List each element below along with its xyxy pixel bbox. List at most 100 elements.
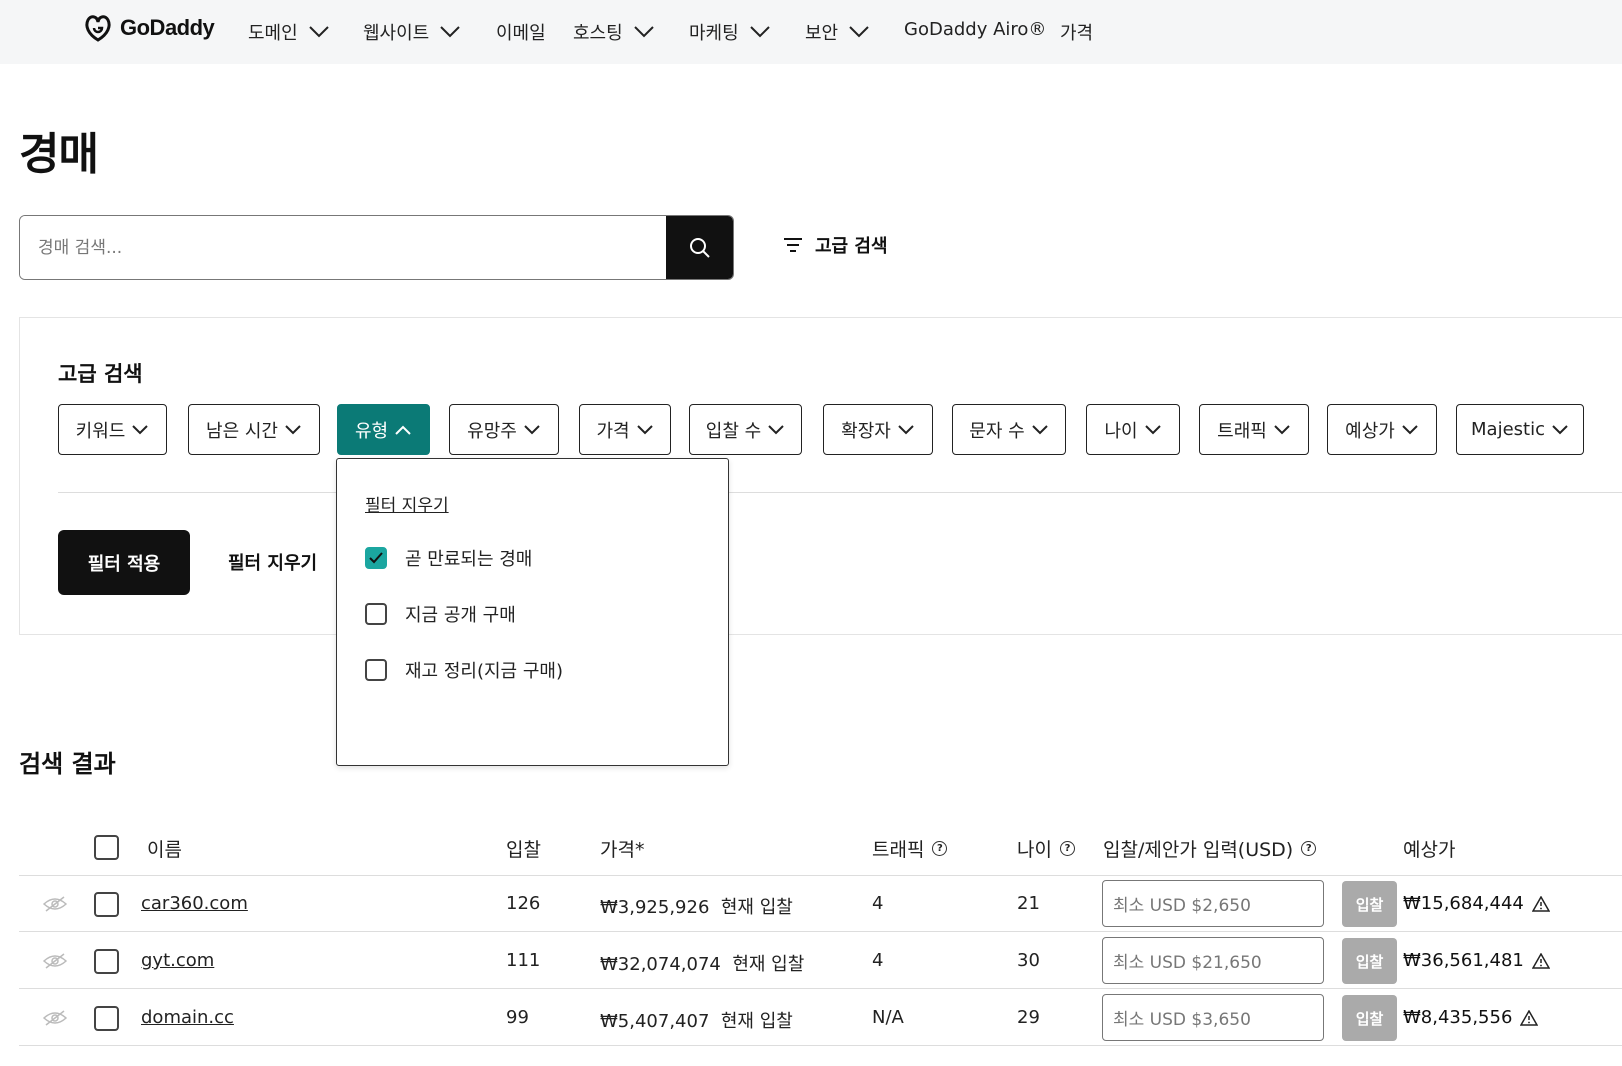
price-note: 현재 입찰 <box>732 954 805 975</box>
price-note: 현재 입찰 <box>720 897 793 918</box>
checkbox[interactable] <box>365 603 387 625</box>
filter-chip-price[interactable]: 가격 <box>579 404 671 455</box>
domain-link[interactable]: car360.com <box>141 893 248 914</box>
chevron-down-icon <box>768 424 784 434</box>
chevron-down-icon <box>1552 424 1568 434</box>
advanced-search-panel: 고급 검색 키워드 남은 시간 유형 유망주 가격 입찰 수 확장자 문자 수 … <box>19 317 1622 635</box>
column-header-estimate[interactable]: 예상가 <box>1403 835 1455 862</box>
dropdown-clear-filters-link[interactable]: 필터 지우기 <box>365 491 449 516</box>
bid-button[interactable]: 입찰 <box>1342 995 1397 1041</box>
help-icon[interactable]: ? <box>1059 841 1075 856</box>
type-option-expiring[interactable]: 곧 만료되는 경매 <box>365 545 532 571</box>
nav-item-domains[interactable]: 도메인 <box>248 19 330 45</box>
eye-slash-icon[interactable] <box>42 895 68 913</box>
table-divider <box>19 875 1622 876</box>
column-header-bids[interactable]: 입찰 <box>506 835 541 862</box>
warning-icon[interactable] <box>1520 1009 1539 1026</box>
nav-item-marketing[interactable]: 마케팅 <box>689 19 771 45</box>
filter-chip-char-count[interactable]: 문자 수 <box>952 404 1066 455</box>
advanced-search-toggle[interactable]: 고급 검색 <box>783 232 888 258</box>
nav-item-websites[interactable]: 웹사이트 <box>363 19 461 45</box>
chevron-down-icon <box>440 26 460 38</box>
age-value: 30 <box>1017 950 1040 971</box>
filter-chip-traffic[interactable]: 트래픽 <box>1199 404 1309 455</box>
filter-chip-estimate[interactable]: 예상가 <box>1327 404 1437 455</box>
filter-chip-time-left[interactable]: 남은 시간 <box>188 404 320 455</box>
price-value: ₩5,407,407 <box>600 1011 710 1032</box>
filter-chip-age[interactable]: 나이 <box>1086 404 1180 455</box>
chip-label: 나이 <box>1104 420 1138 442</box>
bid-count: 111 <box>506 950 541 971</box>
checkbox[interactable] <box>365 659 387 681</box>
domain-link[interactable]: domain.cc <box>141 1007 234 1028</box>
bid-amount-input[interactable]: 최소 USD $3,650 <box>1102 994 1324 1041</box>
nav-label: 이메일 <box>496 23 546 44</box>
column-header-traffic[interactable]: 트래픽? <box>872 835 948 862</box>
chip-label: 예상가 <box>1345 420 1395 442</box>
panel-divider <box>58 492 1622 493</box>
type-option-buy-now[interactable]: 지금 공개 구매 <box>365 601 516 627</box>
warning-icon[interactable] <box>1531 952 1550 969</box>
nav-item-email[interactable]: 이메일 <box>496 19 546 45</box>
chip-label: 유형 <box>354 420 389 442</box>
warning-icon[interactable] <box>1531 895 1550 912</box>
search-input[interactable] <box>20 216 666 279</box>
eye-slash-icon[interactable] <box>42 952 68 970</box>
domain-link[interactable]: gyt.com <box>141 950 214 971</box>
bid-button[interactable]: 입찰 <box>1342 881 1397 927</box>
eye-slash-icon[interactable] <box>42 1009 68 1027</box>
type-option-closeout[interactable]: 재고 정리(지금 구매) <box>365 657 563 683</box>
traffic-value: 4 <box>872 950 884 971</box>
chip-label: 가격 <box>596 420 630 442</box>
header-label: 입찰/제안가 입력(USD) <box>1103 839 1294 861</box>
chevron-down-icon <box>524 424 540 434</box>
bid-amount-input[interactable]: 최소 USD $2,650 <box>1102 880 1324 927</box>
chevron-down-icon <box>1402 424 1418 434</box>
nav-label: 마케팅 <box>689 23 739 44</box>
column-header-price[interactable]: 가격* <box>600 835 644 862</box>
estimate-text: ₩8,435,556 <box>1403 1007 1513 1028</box>
filter-chip-type[interactable]: 유형 <box>337 404 430 455</box>
bid-count: 99 <box>506 1007 529 1028</box>
nav-item-hosting[interactable]: 호스팅 <box>573 19 655 45</box>
filter-chip-majestic[interactable]: Majestic <box>1456 404 1584 455</box>
nav-item-airo[interactable]: GoDaddy Airo® <box>904 19 1046 40</box>
current-price: ₩32,074,074 현재 입찰 <box>600 950 804 976</box>
column-header-age[interactable]: 나이? <box>1017 835 1075 862</box>
filter-chip-keyword[interactable]: 키워드 <box>58 404 167 455</box>
nav-label: 웹사이트 <box>363 23 430 44</box>
godaddy-logo[interactable]: GoDaddy <box>82 12 215 44</box>
filter-chip-bid-count[interactable]: 입찰 수 <box>689 404 802 455</box>
results-title: 검색 결과 <box>19 750 116 778</box>
clear-filters-link[interactable]: 필터 지우기 <box>228 549 317 575</box>
search-button[interactable] <box>666 216 733 279</box>
checkbox-checked[interactable] <box>365 547 387 569</box>
chevron-down-icon <box>633 26 654 38</box>
row-checkbox[interactable] <box>94 1006 119 1031</box>
select-all-checkbox[interactable] <box>94 835 119 860</box>
bid-amount-input[interactable]: 최소 USD $21,650 <box>1102 937 1324 984</box>
column-header-name[interactable]: 이름 <box>147 835 182 862</box>
bid-button[interactable]: 입찰 <box>1342 938 1397 984</box>
traffic-value: 4 <box>872 893 884 914</box>
header-label: 이름 <box>147 839 182 861</box>
row-checkbox[interactable] <box>94 949 119 974</box>
apply-filters-button[interactable]: 필터 적용 <box>58 530 190 595</box>
header-label: 나이 <box>1017 839 1052 861</box>
estimate-value: ₩15,684,444 <box>1403 893 1550 914</box>
chip-label: Majestic <box>1471 419 1545 440</box>
option-label: 지금 공개 구매 <box>405 605 516 626</box>
brand-name: GoDaddy <box>120 15 215 40</box>
estimate-text: ₩36,561,481 <box>1403 950 1524 971</box>
help-icon[interactable]: ? <box>1301 841 1317 856</box>
header-label: 입찰 <box>506 839 541 861</box>
nav-item-pricing[interactable]: 가격 <box>1060 19 1093 45</box>
estimate-text: ₩15,684,444 <box>1403 893 1524 914</box>
filter-chip-extension[interactable]: 확장자 <box>823 404 933 455</box>
chevron-down-icon <box>1144 424 1161 434</box>
row-checkbox[interactable] <box>94 892 119 917</box>
nav-item-security[interactable]: 보안 <box>805 19 870 45</box>
estimate-value: ₩8,435,556 <box>1403 1007 1539 1028</box>
help-icon[interactable]: ? <box>932 841 948 856</box>
filter-chip-promising[interactable]: 유망주 <box>449 404 559 455</box>
